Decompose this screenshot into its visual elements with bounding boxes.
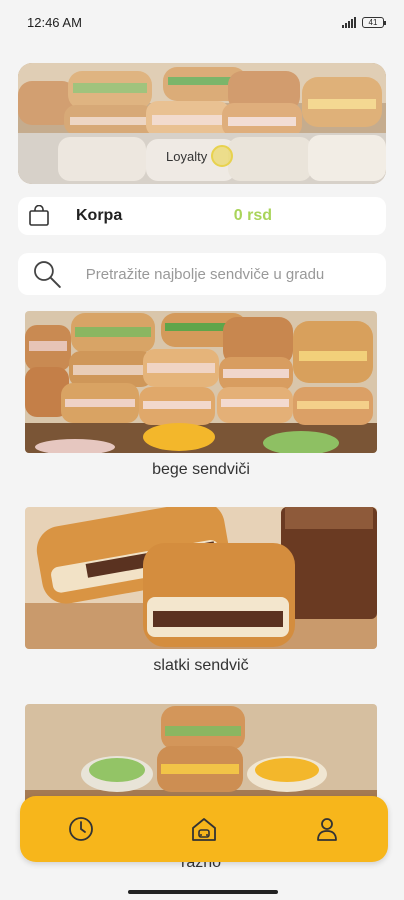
category-card[interactable]: bege sendviči bbox=[25, 311, 377, 479]
category-card[interactable]: slatki sendvič bbox=[25, 507, 377, 675]
bottom-navigation bbox=[20, 796, 388, 862]
battery-icon: 41 bbox=[362, 16, 386, 28]
home-indicator bbox=[128, 890, 278, 894]
cart-total: 0 rsd bbox=[233, 207, 272, 224]
search-bar[interactable] bbox=[18, 253, 386, 295]
status-time: 12:46 AM bbox=[27, 14, 82, 30]
loyalty-button[interactable]: Loyalty bbox=[166, 145, 234, 167]
loyalty-label: Loyalty bbox=[166, 148, 208, 164]
battery-level: 41 bbox=[368, 17, 378, 27]
category-label: slatki sendvič bbox=[153, 657, 249, 674]
search-input[interactable] bbox=[85, 265, 374, 283]
loyalty-banner[interactable]: Loyalty bbox=[18, 63, 386, 184]
status-bar: 12:46 AM 41 bbox=[0, 0, 404, 44]
profile-icon bbox=[316, 818, 337, 841]
category-label: bege sendviči bbox=[152, 461, 250, 478]
status-icons: 41 bbox=[342, 16, 386, 28]
nav-home-button[interactable] bbox=[188, 813, 220, 845]
signal-icon bbox=[342, 16, 356, 28]
sandwich-stack-image bbox=[25, 311, 377, 453]
cart-bar[interactable]: Korpa 0 rsd bbox=[18, 197, 386, 235]
category-image bbox=[25, 507, 377, 649]
shopping-bag-icon bbox=[29, 205, 49, 226]
cart-label: Korpa bbox=[76, 207, 123, 224]
loyalty-coin-icon bbox=[211, 145, 234, 167]
home-icon bbox=[192, 818, 216, 841]
sweet-sandwich-image bbox=[25, 507, 377, 649]
clock-icon bbox=[69, 817, 94, 841]
nav-history-button[interactable] bbox=[65, 813, 97, 845]
search-icon bbox=[34, 261, 61, 288]
nav-profile-button[interactable] bbox=[311, 813, 343, 845]
category-image bbox=[25, 311, 377, 453]
